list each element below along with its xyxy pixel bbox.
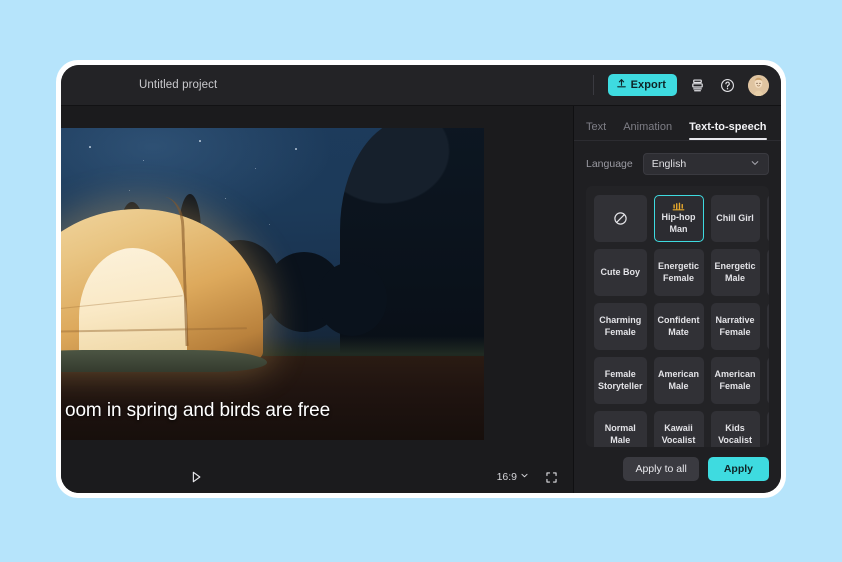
voice-chip-american-female[interactable]: American Female — [710, 357, 760, 404]
play-icon[interactable] — [187, 468, 205, 486]
voice-chip-confident-mate[interactable]: Confident Mate — [653, 303, 704, 350]
help-circle-icon[interactable] — [718, 76, 737, 95]
voice-chip-label: Energetic Male — [714, 261, 756, 283]
export-label: Export — [630, 78, 666, 91]
layers-icon[interactable] — [688, 76, 707, 95]
voice-chip-kawaii-vocalist[interactable]: Kawaii Vocalist — [653, 411, 704, 447]
toolbar-divider — [592, 75, 594, 95]
player-right-controls: 16:9 — [497, 469, 559, 485]
star — [199, 140, 201, 142]
voice-chip-label: American Female — [714, 369, 756, 391]
project-title[interactable]: Untitled project — [139, 79, 217, 91]
user-avatar[interactable] — [748, 74, 769, 96]
voice-chip-label: Normal Male — [604, 423, 636, 445]
voice-chip-energetic-male[interactable]: Energetic Male — [710, 249, 760, 296]
export-button[interactable]: Export — [607, 74, 677, 96]
fullscreen-icon[interactable] — [543, 469, 559, 485]
properties-panel: Text Animation Text-to-speech Language E… — [574, 106, 781, 493]
voice-chip-british-female[interactable]: British Female — [766, 357, 769, 404]
voice-chip-label: Hip-hop Man — [661, 212, 696, 234]
voice-chip-adorable-girl[interactable]: Adorable Girl — [766, 195, 769, 242]
voice-chip-label: Kawaii Vocalist — [661, 423, 696, 445]
chevron-down-icon — [520, 471, 529, 483]
star — [89, 146, 91, 148]
voice-chip-energetic-female[interactable]: Energetic Female — [653, 249, 704, 296]
voice-chip-male-storyteller[interactable]: Male Storyteller — [766, 303, 769, 350]
preview-canvas[interactable]: oom in spring and birds are free — [61, 106, 573, 461]
video-preview[interactable]: oom in spring and birds are free — [61, 128, 484, 440]
voice-chip-kids-vocalist[interactable]: Kids Vocalist — [710, 411, 760, 447]
voice-chip-hip-hop-man[interactable]: Hip-hop Man — [653, 195, 704, 242]
voice-list-section: Hip-hop Man Chill Girl Adorable Girl Cute B… — [586, 186, 769, 447]
tree-silhouette — [317, 262, 387, 336]
voice-chip-label: Cute Boy — [600, 266, 641, 277]
voice-chip-label: Narrative Female — [715, 315, 755, 337]
tab-animation[interactable]: Animation — [623, 121, 672, 140]
aspect-ratio-select[interactable]: 16:9 — [497, 471, 529, 483]
tent-groundsheet — [61, 350, 267, 372]
voice-chip-normal-male[interactable]: Normal Male — [594, 411, 647, 447]
voice-chip-none[interactable] — [594, 195, 647, 242]
apply-to-all-button[interactable]: Apply to all — [623, 457, 699, 481]
voice-chip-cute-boy[interactable]: Cute Boy — [594, 249, 647, 296]
language-select[interactable]: English — [642, 153, 769, 175]
voice-chip-narrative-female[interactable]: Narrative Female — [710, 303, 760, 350]
star — [295, 148, 297, 150]
voice-chip-chill-girl[interactable]: Chill Girl — [710, 195, 760, 242]
voice-grid: Hip-hop Man Chill Girl Adorable Girl Cute B… — [594, 195, 769, 447]
app-window: Untitled project Export oom in spring an… — [61, 65, 781, 493]
tab-text[interactable]: Text — [586, 121, 606, 140]
equalizer-icon — [672, 202, 685, 211]
chevron-down-icon — [750, 158, 760, 170]
no-voice-icon — [612, 210, 629, 227]
video-caption[interactable]: oom in spring and birds are free — [61, 400, 484, 422]
app-window-frame: Untitled project Export oom in spring an… — [56, 60, 786, 498]
voice-chip-label: Female Storyteller — [598, 369, 643, 391]
voice-chip-label: Kids Vocalist — [718, 423, 752, 445]
tent — [61, 196, 281, 372]
aspect-ratio-value: 16:9 — [496, 471, 517, 483]
top-toolbar: Untitled project Export — [61, 65, 781, 106]
voice-chip-label: Energetic Female — [658, 261, 700, 283]
voice-chip-female-storyteller[interactable]: Female Storyteller — [594, 357, 647, 404]
player-controls: 16:9 — [61, 461, 573, 493]
panel-footer: Apply to all Apply — [574, 447, 781, 493]
voice-chip-label: Chill Girl — [716, 212, 754, 223]
voice-chip-charming-female[interactable]: Charming Female — [594, 303, 647, 350]
apply-button[interactable]: Apply — [707, 457, 769, 481]
language-label: Language — [586, 158, 633, 170]
voice-chip-female-vocalist[interactable]: Female Vocalist — [766, 411, 769, 447]
language-row: Language English — [574, 141, 781, 175]
tab-text-to-speech[interactable]: Text-to-speech — [689, 121, 767, 140]
editor-body: oom in spring and birds are free 16:9 Te… — [61, 106, 781, 493]
voice-chip-american-male[interactable]: American Male — [653, 357, 704, 404]
voice-chip-label: American Male — [658, 369, 700, 391]
panel-tabs: Text Animation Text-to-speech — [574, 106, 781, 140]
page-root: Untitled project Export oom in spring an… — [0, 0, 842, 562]
voice-chip-label: Confident Mate — [657, 315, 700, 337]
voice-chip-label: Charming Female — [599, 315, 642, 337]
toolbar-actions: Export — [592, 74, 769, 96]
avatar — [748, 74, 769, 96]
language-value: English — [651, 158, 687, 170]
upload-icon — [616, 78, 627, 92]
voice-chip-serious-female[interactable]: Serious Female — [766, 249, 769, 296]
preview-column: oom in spring and birds are free 16:9 — [61, 106, 574, 493]
